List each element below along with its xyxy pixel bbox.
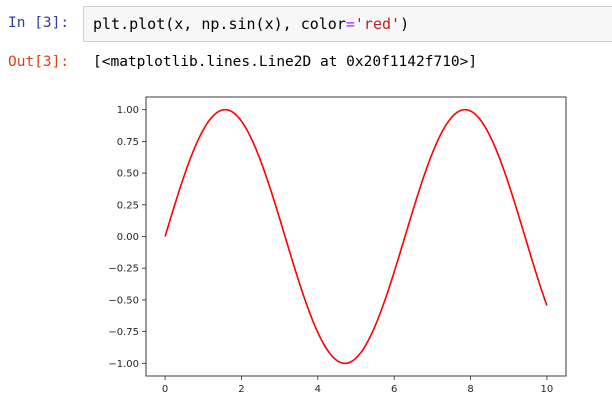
x-tick-label: 8 [467,384,473,395]
axes-frame [145,96,567,377]
x-tick-label: 0 [162,384,168,395]
jupyter-notebook: In [3]: plt.plot(x, np.sin(x), color='re… [0,0,612,414]
x-tick-label: 10 [541,384,554,395]
y-tick-label: −1.00 [108,359,139,370]
y-tick-label: 0.75 [117,137,139,148]
x-tick-label: 6 [391,384,397,395]
series-line-sin [164,108,548,365]
x-tick-label: 4 [315,384,321,395]
axis-ticks: 0 2 4 6 8 10 1.00 0.75 0.50 0.25 0.00 −0.25 −0.50 −0.… [108,105,553,395]
x-tick-label: 2 [238,384,244,395]
sine-line-chart: 0 2 4 6 8 10 1.00 0.75 0.50 0.25 0.00 −0.25 −0.50 −0.… [108,96,567,395]
y-tick-label: 0.50 [117,169,139,180]
y-tick-label: −0.50 [108,295,139,306]
y-tick-label: 0.00 [117,232,139,243]
y-tick-label: −0.25 [108,264,139,275]
y-tick-label: −0.75 [108,327,139,338]
y-tick-label: 0.25 [117,200,139,211]
y-tick-label: 1.00 [117,105,139,116]
